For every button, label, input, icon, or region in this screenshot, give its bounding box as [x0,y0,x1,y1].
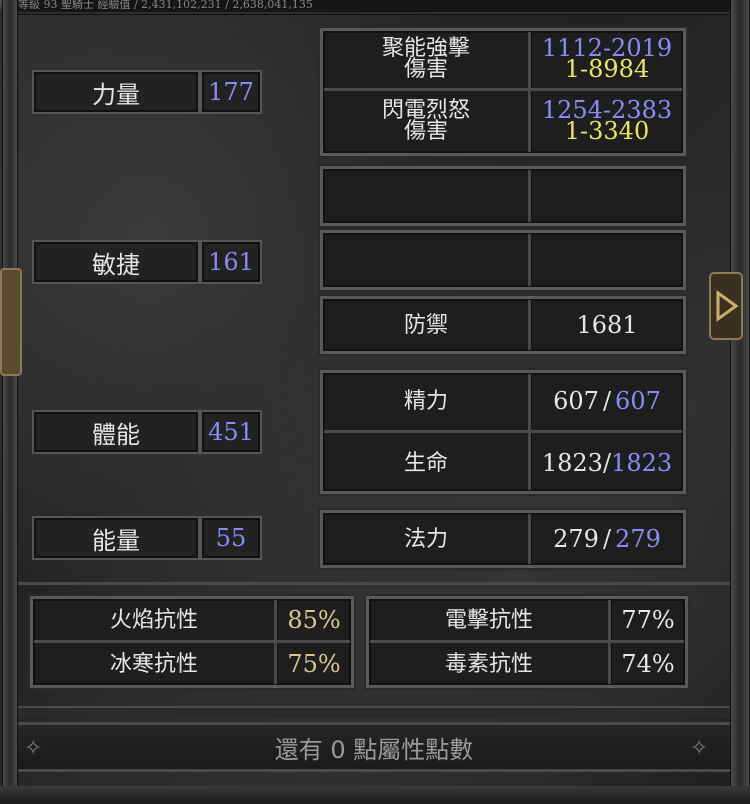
life-slash: / [602,448,612,477]
attr-label-dexterity: 敏捷 [32,240,200,284]
fire-resist-value: 85% [287,605,341,634]
frame-left [2,0,18,804]
defense-label: 防禦 [403,312,448,338]
life-label: 生命 [403,450,448,476]
skill-1-values: 1112-2019 1-8984 [532,34,682,84]
mana-divider [528,514,531,564]
lightning-resist-value: 77% [621,605,675,634]
poison-resist-label: 毒素抗性 [444,651,533,677]
mana-value: 279 / 279 [532,514,682,564]
attr-value-dexterity: 161 [200,240,262,284]
stat-points-text: 還有 0 點屬性點數 [274,735,474,764]
frame-right [730,0,750,804]
stamina-current: 607 [553,386,599,415]
skill-2-name-line2: 傷害 [403,119,448,144]
arrow-svg [709,272,743,340]
empty-row-1 [320,166,686,226]
skill-2-name-line1: 閃電烈怒 [381,98,470,123]
skill-2-chance: 1-3340 [564,117,650,145]
mana-current: 279 [553,524,599,553]
empty-row-1-divider [528,170,531,222]
cold-resist-label: 冰寒抗性 [109,651,198,677]
cold-resist-value: 75% [287,649,341,678]
empty-row-2-divider [528,234,531,286]
resist-right-row-divider [370,640,684,643]
life-current: 1823 [541,448,603,477]
corner-ornament-left-icon: ✧ [24,736,43,761]
skill-2-name: 閃電烈怒 傷害 [324,96,528,146]
mana-slash: / [602,524,612,553]
life-value: 1823 / 1823 [532,436,682,490]
skill-1-name: 聚能強擊 傷害 [324,34,528,84]
lightning-resist-label: 電擊抗性 [444,607,533,633]
attr-value-strength: 177 [200,70,262,114]
corner-ornament-right-icon: ✧ [690,736,709,761]
resist-top-divider [18,582,730,585]
skill-1-name-line2: 傷害 [403,57,448,82]
bottom-divider [18,706,730,718]
triangle-right-icon[interactable] [706,268,746,344]
resist-left-row-divider [34,640,350,643]
skill-2-values: 1254-2383 1-3340 [532,96,682,146]
poison-resist-value: 74% [621,649,675,678]
attr-value-vitality: 451 [200,410,262,454]
skill-1-chance: 1-8984 [564,55,650,83]
skill-1-name-line1: 聚能強擊 [381,36,470,61]
skill-row-divider [324,88,682,91]
empty-row-2 [320,230,686,290]
header-strip: 等級 93 聖騎士 經驗值 / 2,431,102,231 / 2,638,04… [18,0,730,12]
stat-points-bar: 還有 0 點屬性點數 [18,722,730,772]
fire-resist-label: 火焰抗性 [109,607,198,633]
stamina-label: 精力 [403,388,448,414]
attr-label-vitality: 體能 [32,410,200,454]
stamina-slash: / [602,386,612,415]
skill-divider [528,32,531,152]
header-text: 等級 93 聖騎士 經驗值 / 2,431,102,231 / 2,638,04… [18,0,313,11]
mana-label: 法力 [403,526,448,552]
mana-max: 279 [615,524,661,553]
defense-value: 1681 [576,310,638,339]
stamina-max: 607 [615,386,661,415]
defense-divider [528,300,531,350]
stamina-value: 607 / 607 [532,374,682,428]
frame-bottom [0,786,750,804]
life-max: 1823 [611,448,673,477]
attr-value-energy: 55 [200,516,262,560]
left-ornament-icon [0,268,22,376]
attr-label-strength: 力量 [32,70,200,114]
stamina-life-row-divider [324,430,682,433]
attr-label-energy: 能量 [32,516,200,560]
